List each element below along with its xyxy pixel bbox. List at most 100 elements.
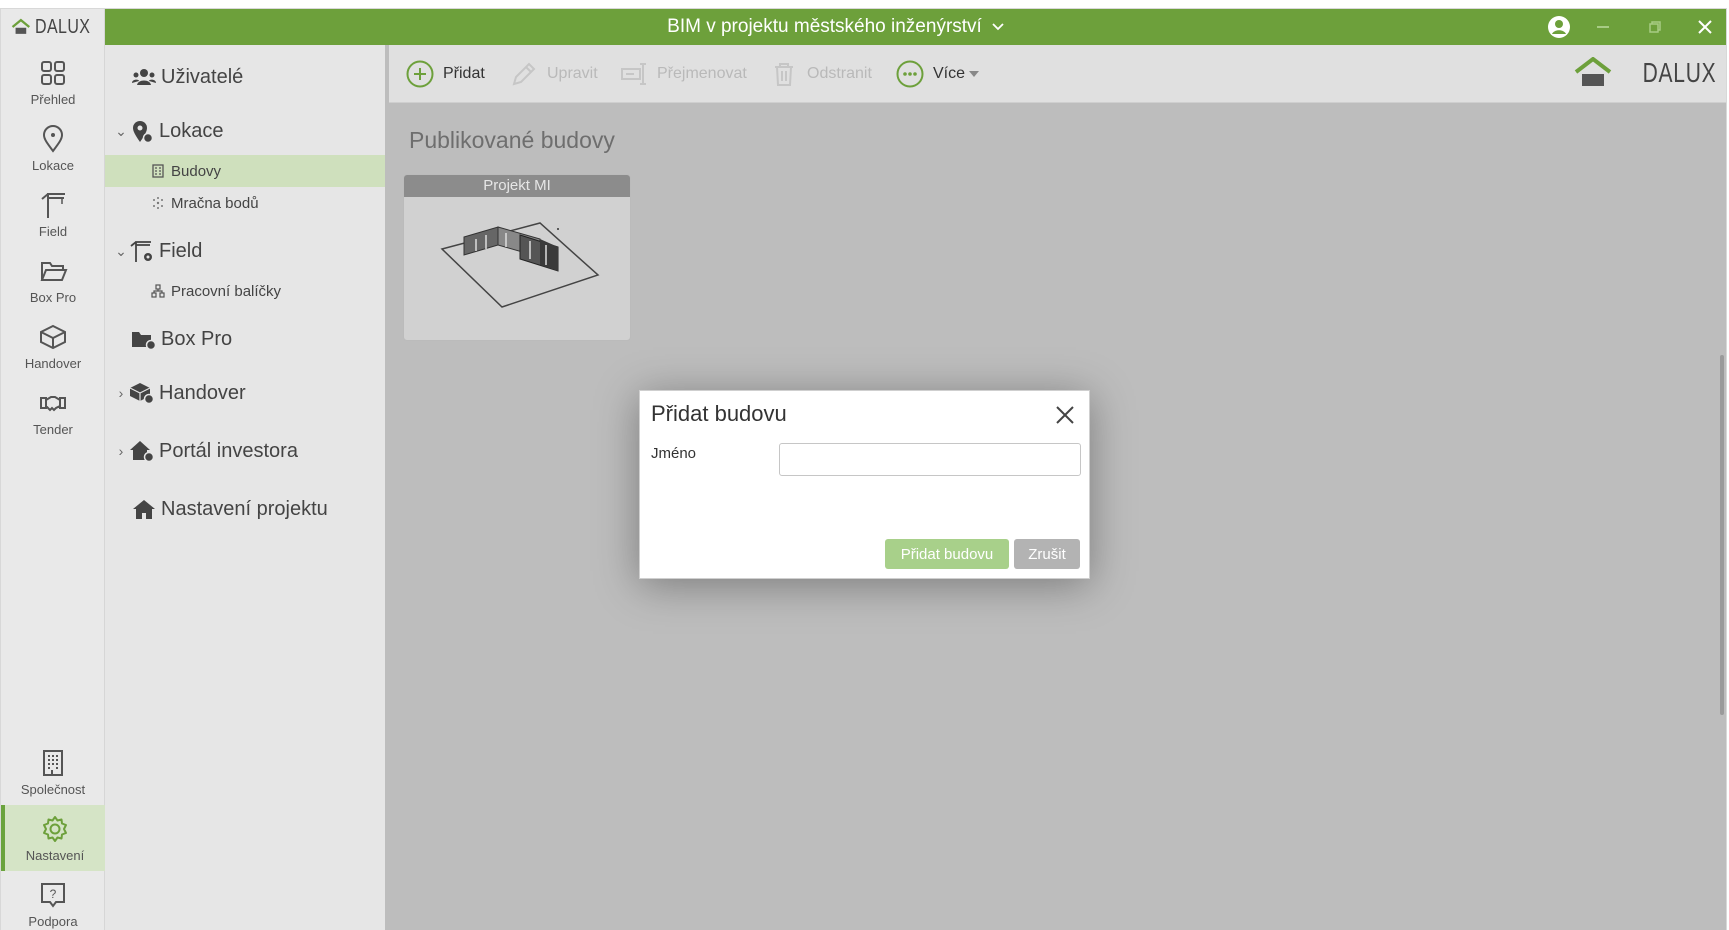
project-title: BIM v projektu městského inženýrství [667,16,982,37]
brand-name: DALUX [1642,57,1716,88]
point-cloud-icon [149,190,167,216]
account-button[interactable] [1544,9,1574,45]
nav-item-box-pro[interactable]: Box Pro [105,319,385,359]
caret-down-icon [969,71,980,77]
user-icon [1548,16,1570,38]
chevron-right-icon[interactable]: › [113,443,129,459]
rail-item-label: Přehled [30,91,76,107]
add-button-label: Přidat [443,65,485,82]
minimize-icon [1597,26,1609,28]
vertical-scrollbar[interactable] [1720,355,1724,715]
cancel-button[interactable]: Zrušit [1014,539,1080,569]
section-title: Publikované budovy [409,127,615,153]
rail-item-prehled[interactable]: Přehled [1,49,105,115]
nav-item-label: Nastavení projektu [161,497,328,520]
rail-item-box-pro[interactable]: Box Pro [1,247,105,313]
close-icon [1056,406,1074,424]
users-icon [131,64,157,90]
nav-item-project-settings[interactable]: Nastavení projektu [105,489,385,529]
dialog-close-button[interactable] [1053,403,1077,427]
rail-item-label: Field [38,223,68,239]
restore-button[interactable] [1640,9,1670,45]
add-building-dialog: Přidat budovu Jméno Přidat budovu Zrušit [639,390,1090,579]
edit-button-label: Upravit [547,65,598,82]
nav-item-label: Box Pro [161,327,233,350]
edit-button[interactable]: Upravit [509,57,598,91]
map-pin-icon [42,124,64,153]
building-card-title: Projekt MI [404,175,630,197]
nav-item-locations[interactable]: ⌄ Lokace [105,111,385,151]
rail-item-lokace[interactable]: Lokace [1,115,105,181]
nav-item-label: Handover [159,381,246,404]
house-gear-icon [129,438,155,464]
restore-icon [1649,21,1661,33]
rail-item-podpora[interactable]: ? Podpora [1,871,105,930]
grid-icon [41,60,65,85]
minimize-button[interactable] [1588,9,1618,45]
rail-item-label: Handover [24,355,82,371]
rail-item-nastaveni[interactable]: Nastavení [1,805,105,871]
delete-button[interactable]: Odstranit [769,57,872,91]
rail-logo-text: DALUX [34,15,91,38]
nav-item-work-packages[interactable]: Pracovní balíčky [105,275,385,307]
chevron-right-icon[interactable]: › [113,385,129,401]
plus-circle-icon [406,60,434,88]
rename-button[interactable]: Přejmenovat [619,57,747,91]
module-rail: DALUX Přehled Lokace Field Box Pro Hando… [1,9,105,930]
nav-item-point-clouds[interactable]: Mračna bodů [105,187,385,219]
building-icon [43,749,63,776]
nav-item-label: Portál investora [159,439,298,462]
add-button[interactable]: Přidat [405,57,485,91]
nav-item-label: Mračna bodů [171,194,259,212]
building-card[interactable]: Projekt MI [403,174,631,341]
nav-item-users[interactable]: Uživatelé [105,57,385,97]
rename-button-label: Přejmenovat [657,65,747,82]
close-window-button[interactable] [1690,9,1720,45]
crane-icon [41,192,65,218]
title-bar: BIM v projektu městského inženýrství [105,9,1726,45]
name-input[interactable] [779,443,1081,476]
trash-icon [775,63,793,86]
location-gear-icon [129,118,155,144]
chevron-down-icon [992,23,1004,31]
chevron-down-icon[interactable]: ⌄ [113,243,129,260]
more-button-label: Více [933,65,966,82]
gear-icon [43,815,67,842]
pencil-icon [512,62,536,86]
app-window: DALUX Přehled Lokace Field Box Pro Hando… [0,8,1727,930]
nav-item-handover[interactable]: › Handover [105,373,385,413]
chevron-down-icon[interactable]: ⌄ [113,123,129,140]
rename-icon [621,63,646,85]
nav-item-label: Budovy [171,162,222,180]
rail-item-tender[interactable]: Tender [1,379,105,445]
dialog-title: Přidat budovu [651,401,787,426]
toolbar: Přidat Upravit Přejmenovat Odstranit Víc… [389,45,1726,103]
add-building-button[interactable]: Přidat budovu [885,539,1009,569]
crane-gear-icon [129,238,155,264]
box-gear-icon [129,380,155,406]
project-selector[interactable]: BIM v projektu městského inženýrství [667,16,1004,38]
delete-button-label: Odstranit [807,65,872,82]
rail-logo[interactable]: DALUX [1,9,104,45]
nav-item-label: Field [159,239,203,262]
rail-item-label: Lokace [32,157,74,173]
handshake-icon [40,395,66,411]
help-icon: ? [41,882,65,908]
nav-item-field[interactable]: ⌄ Field [105,231,385,271]
rail-item-label: Podpora [28,913,78,929]
nav-item-investor-portal[interactable]: › Portál investora [105,431,385,471]
building-icon [149,158,167,184]
rail-item-label: Box Pro [29,289,77,305]
home-icon [131,496,157,522]
dalux-brand-logo: DALUX [1574,57,1716,89]
rail-item-handover[interactable]: Handover [1,313,105,379]
nav-item-label: Pracovní balíčky [171,282,282,300]
more-button[interactable]: Více [895,57,980,91]
nav-item-buildings[interactable]: Budovy [105,155,385,187]
box-icon [40,324,66,349]
svg-text:?: ? [50,887,57,901]
rail-item-spolecnost[interactable]: Společnost [1,739,105,805]
rail-item-label: Společnost [20,781,86,797]
rail-item-field[interactable]: Field [1,181,105,247]
hierarchy-icon [149,278,167,304]
